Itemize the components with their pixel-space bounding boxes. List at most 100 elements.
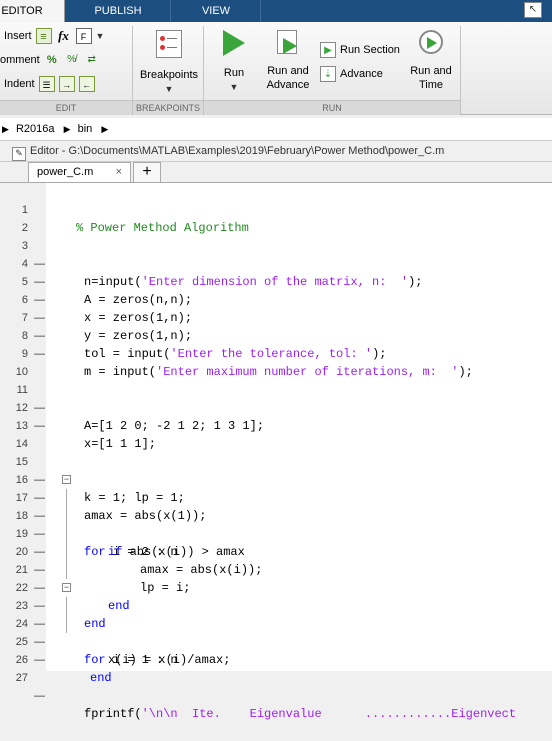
section-label-edit: EDIT <box>0 100 132 115</box>
code-line: 9 <box>0 327 552 360</box>
code-line: 5 — x = zeros(1,n); <box>0 255 552 325</box>
file-tab-power-c[interactable]: power_C.m × <box>28 162 131 182</box>
run-section-icon: ▶ <box>320 42 336 58</box>
wrap-comments-icon[interactable]: ⇄ <box>84 52 100 68</box>
breadcrumb-arrow-icon: ▶ <box>101 124 109 134</box>
advance-icon: ⇣ <box>320 66 336 82</box>
run-play-icon <box>223 30 245 56</box>
run-button[interactable]: Run ▼ <box>212 30 256 94</box>
code-line: 11 — A=[1 2 0; -2 1 2; 1 3 1]; <box>0 363 552 433</box>
tab-view[interactable]: VIEW <box>172 0 261 22</box>
breakpoints-label: Breakpoints <box>139 69 199 81</box>
code-line: 4 — A = zeros(n,n); <box>0 237 552 307</box>
code-text: fprintf( <box>84 707 142 721</box>
code-line: 19 — amax = abs(x(i)); <box>0 507 552 577</box>
code-line: 26 <box>0 633 552 666</box>
chevron-down-icon: ▼ <box>229 82 239 92</box>
code-line: 18 — if abs(x(i)) > amax <box>0 489 552 559</box>
code-line: 12 — x=[1 1 1]; <box>0 381 552 451</box>
tab-view-label: VIEW <box>201 5 231 17</box>
breakpoints-button[interactable]: Breakpoints ▼ <box>136 30 202 96</box>
run-and-advance-icon <box>277 30 299 56</box>
fold-toggle-icon[interactable]: − <box>62 583 71 592</box>
code-line: 2 <box>0 201 552 234</box>
run-and-advance-button[interactable]: Run and Advance <box>262 30 314 92</box>
code-line: 17 — − for i = 2 : n <box>0 471 552 560</box>
breadcrumb-item-bin[interactable]: bin <box>78 123 93 135</box>
editor-icon: ✎ <box>12 147 26 161</box>
percent-icon[interactable]: % <box>44 52 60 68</box>
breadcrumb-item-r2016a[interactable]: R2016a <box>16 123 55 135</box>
tab-publish-label: PUBLISH <box>94 5 142 17</box>
run-and-advance-label-1: Run and <box>267 65 309 77</box>
code-line: 1 % Power Method Algorithm <box>0 183 552 235</box>
insert-section-icon: ≡ <box>35 28 52 44</box>
run-and-time-label-2: Time <box>418 79 444 91</box>
code-line: 25 — end <box>0 615 552 685</box>
chevron-down-icon[interactable]: ▼ <box>96 31 105 41</box>
comment-label: omment <box>0 54 40 66</box>
collapse-ribbon-button[interactable]: ↖ <box>524 2 542 18</box>
editor-title-bar: ✎ Editor - G:\Documents\MATLAB\Examples\2… <box>0 141 552 162</box>
decrease-indent-icon[interactable]: ← <box>78 76 95 92</box>
file-tab-label: power_C.m <box>37 166 94 178</box>
breakpoint-marker[interactable]: — <box>34 687 45 705</box>
code-keyword: end <box>90 671 112 685</box>
insert-button[interactable]: Insert ≡ fx F ▼ <box>4 28 104 44</box>
code-line: 21 — end <box>0 543 552 613</box>
code-line: 16 — amax = abs(x(1)); <box>0 453 552 523</box>
fx-icon[interactable]: fx <box>56 28 72 44</box>
file-tab-bar: power_C.m × + <box>0 162 552 183</box>
run-section-button[interactable]: ▶ Run Section <box>320 42 400 58</box>
current-folder-breadcrumb: ▶ R2016a ▶ bin ▶ <box>0 118 552 141</box>
indent-button[interactable]: Indent ☰ → ← <box>4 76 95 92</box>
advance-button[interactable]: ⇣ Advance <box>320 66 383 82</box>
code-string: '\n\n Ite. Eigenvalue ............Eigenv… <box>141 707 517 721</box>
insert-label: Insert <box>4 30 32 42</box>
code-line: 14 <box>0 417 552 450</box>
code-line: 13 <box>0 399 552 432</box>
code-line: 7 — tol = input('Enter the tolerance, to… <box>0 291 552 361</box>
run-and-advance-label-2: Advance <box>266 79 310 91</box>
chevron-down-icon: ▼ <box>164 84 174 94</box>
code-line: 23 — − for i = 1 : n <box>0 579 552 668</box>
editor-title-text: Editor - G:\Documents\MATLAB\Examples\20… <box>30 145 445 157</box>
run-and-time-button[interactable]: Run and Time <box>406 30 456 92</box>
ribbon: Insert ≡ fx F ▼ omment % %̸ ⇄ Indent ☰ →… <box>0 22 552 115</box>
run-and-time-label-1: Run and <box>410 65 452 77</box>
tab-editor-label: EDITOR <box>1 5 43 17</box>
increase-indent-icon[interactable]: → <box>58 76 75 92</box>
fold-toggle-icon[interactable]: − <box>62 475 71 484</box>
ribbon-tab-bar: EDITOR PUBLISH VIEW ↖ <box>0 0 552 22</box>
uncomment-icon[interactable]: %̸ <box>64 52 80 68</box>
advance-label: Advance <box>340 68 383 80</box>
new-tab-button[interactable]: + <box>133 162 161 182</box>
smart-indent-icon[interactable]: ☰ <box>38 76 55 92</box>
stopwatch-icon <box>419 30 443 54</box>
code-line: 20 — lp = i; <box>0 525 552 595</box>
section-label-breakpoints: BREAKPOINTS <box>133 100 203 115</box>
code-line: 22 — end <box>0 561 552 631</box>
tab-publish[interactable]: PUBLISH <box>66 0 171 22</box>
code-editor[interactable]: 1 % Power Method Algorithm 2 3 — n=input… <box>0 183 552 721</box>
code-line: 3 — n=input('Enter dimension of the matr… <box>0 219 552 289</box>
breadcrumb-arrow-icon: ▶ <box>63 124 71 134</box>
function-template-icon[interactable]: F <box>75 28 92 44</box>
line-number: 27 <box>15 672 28 684</box>
run-section-label: Run Section <box>340 44 400 56</box>
code-line: 10 <box>0 345 552 378</box>
code-line: 27 — fprintf('\n\n Ite. Eigenvalue .....… <box>0 651 552 721</box>
code-line: 6 — y = zeros(1,n); <box>0 273 552 343</box>
comment-button[interactable]: omment % %̸ ⇄ <box>0 52 100 68</box>
code-line: 15 — k = 1; lp = 1; <box>0 435 552 505</box>
code-line: 8 — m = input('Enter maximum number of i… <box>0 309 552 379</box>
close-icon[interactable]: × <box>116 163 122 181</box>
section-label-run: RUN <box>204 100 460 115</box>
breakpoints-icon <box>156 30 182 58</box>
tab-editor[interactable]: EDITOR <box>0 0 65 22</box>
section-divider <box>460 26 461 114</box>
code-line: 24 — x(i) = x(i)/amax; <box>0 597 552 667</box>
breadcrumb-arrow-icon: ▶ <box>2 124 9 134</box>
indent-label: Indent <box>4 78 35 90</box>
run-label: Run <box>223 67 245 79</box>
